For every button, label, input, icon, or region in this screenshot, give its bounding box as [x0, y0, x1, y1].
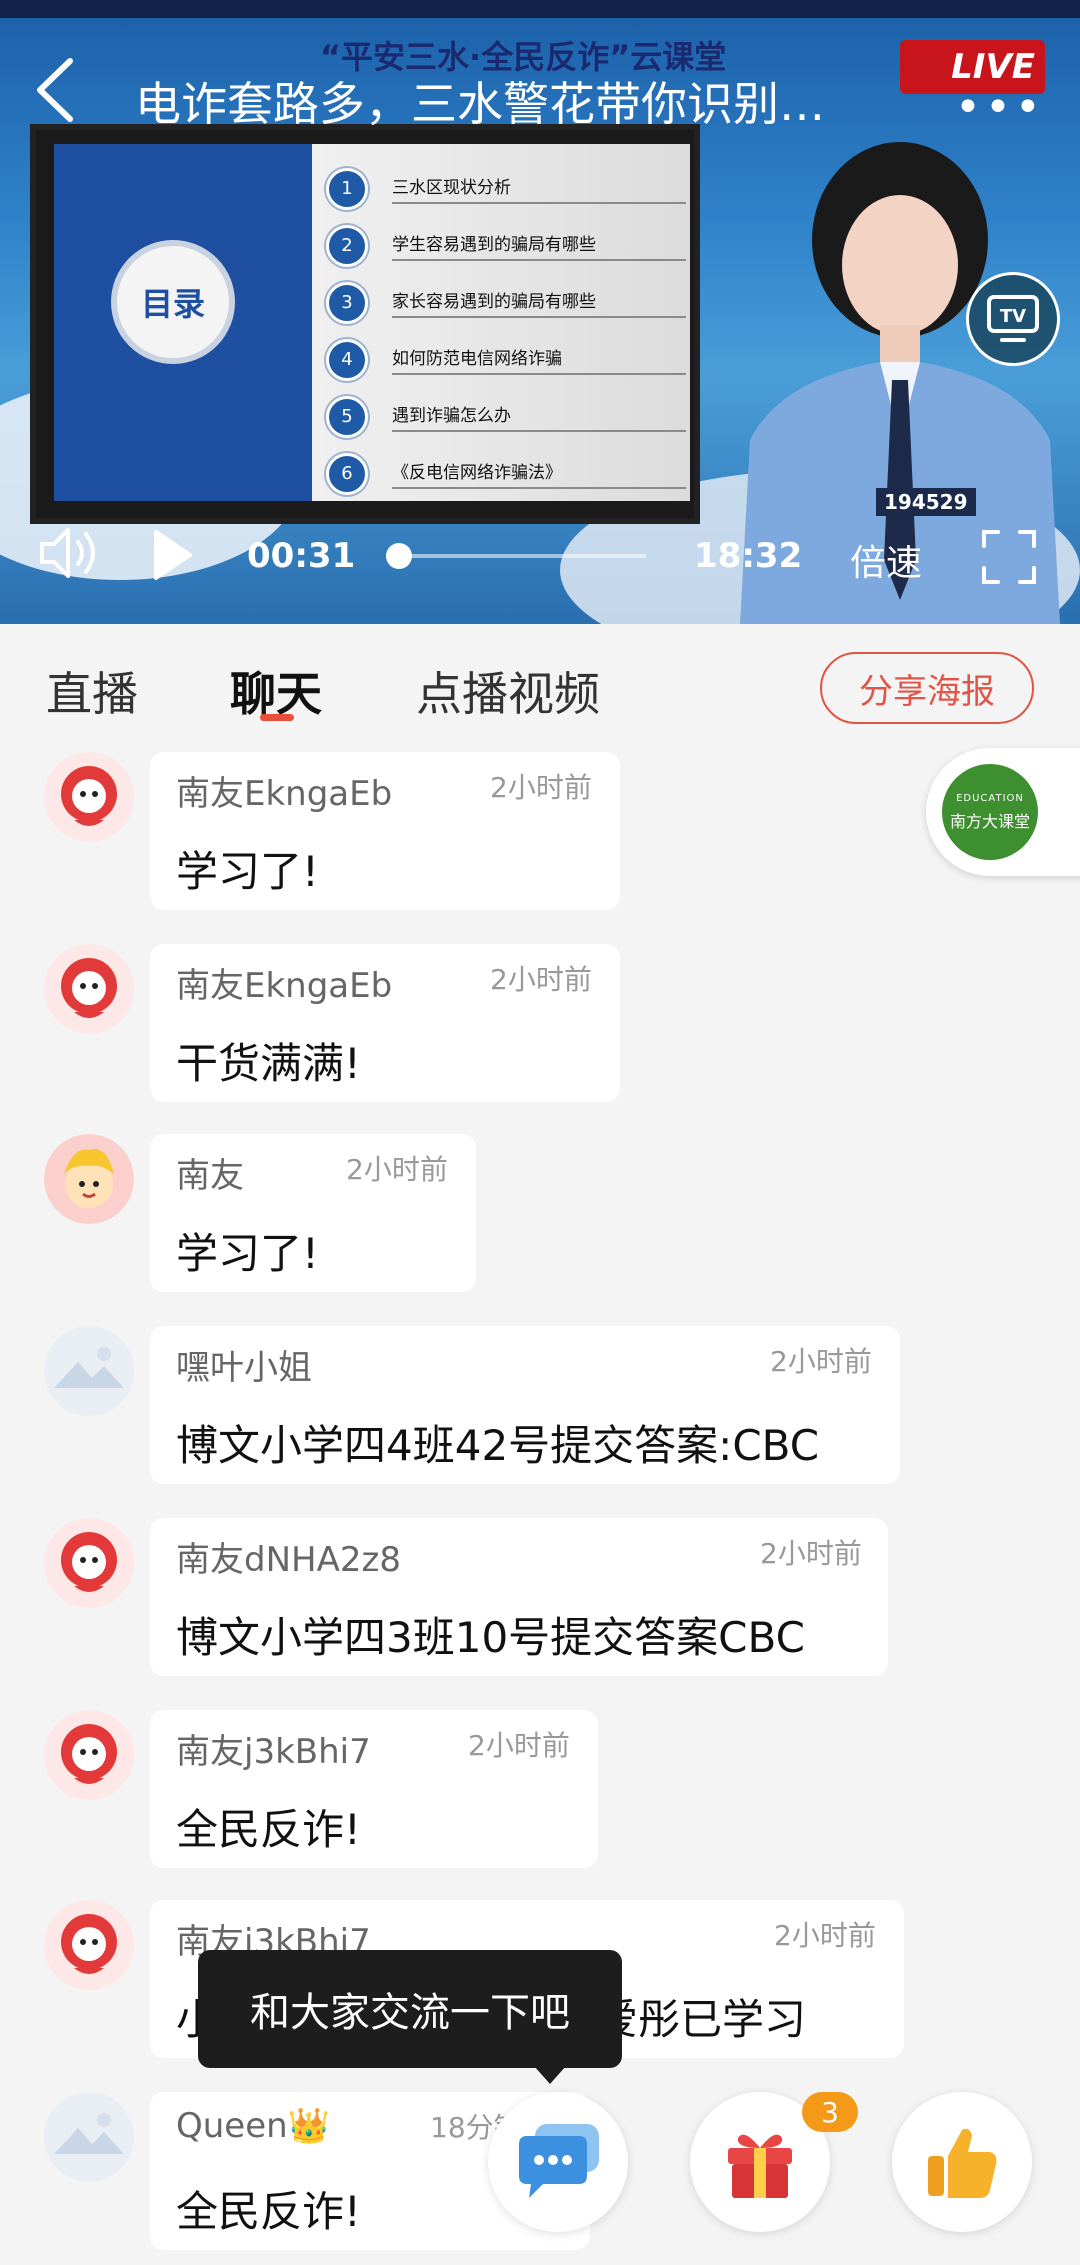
- message-username: 南友EkngaEb: [176, 966, 393, 1006]
- toc-item: 1 三水区现状分析: [326, 160, 686, 217]
- gift-count-badge: 3: [802, 2092, 858, 2132]
- message-time: 2小时前: [774, 1919, 876, 1952]
- message-text: 博文小学四4班42号提交答案:CBC: [176, 1421, 820, 1470]
- toc-item: 5 遇到诈骗怎么办: [326, 388, 686, 445]
- video-title: 电诈套路多，三水警花带你识别…: [135, 77, 825, 131]
- message-text: 全民反诈!: [176, 1805, 361, 1854]
- toc-item: 2 学生容易遇到的骗局有哪些: [326, 217, 686, 274]
- speaker-icon: [40, 528, 95, 578]
- message-text: 干货满满!: [176, 1039, 361, 1088]
- avatar: [44, 1710, 134, 1800]
- play-icon: [154, 530, 192, 580]
- fullscreen-icon: [982, 530, 1036, 584]
- message-bubble: 嘿叶小姐 2小时前 博文小学四4班42号提交答案:CBC: [150, 1326, 900, 1484]
- avatar: [44, 944, 134, 1034]
- message-time: 2小时前: [346, 1153, 448, 1186]
- progress-bar[interactable]: [385, 543, 646, 569]
- back-button[interactable]: [30, 55, 90, 135]
- duration: 18:32: [694, 536, 803, 576]
- education-badge[interactable]: EDUCATION 南方大课堂: [926, 748, 1080, 876]
- message-text: 学习了!: [176, 1229, 319, 1278]
- chat-hint-tooltip: 和大家交流一下吧: [198, 1950, 622, 2068]
- avatar: [44, 1518, 134, 1608]
- toc-item: 6 《反电信网络诈骗法》: [326, 445, 686, 502]
- message-username: 南友: [176, 1156, 244, 1196]
- message-bubble: 南友EkngaEb 2小时前 干货满满!: [150, 944, 620, 1102]
- chat-button[interactable]: [488, 2092, 628, 2232]
- slide-monitor: 目录 1 三水区现状分析 2 学生容易遇到的骗局有哪些 3 家长容易遇到的骗局有哪些 …: [30, 124, 700, 524]
- slide-heading: 目录: [111, 240, 235, 364]
- education-logo: EDUCATION 南方大课堂: [942, 764, 1038, 860]
- message-bubble: 南友 2小时前 学习了!: [150, 1134, 476, 1292]
- progress-knob[interactable]: [385, 543, 412, 569]
- message-time: 2小时前: [770, 1345, 872, 1378]
- message-bubble: 南友dNHA2z8 2小时前 博文小学四3班10号提交答案CBC: [150, 1518, 888, 1676]
- message-time: 2小时前: [760, 1537, 862, 1570]
- message-text: 学习了!: [176, 847, 319, 896]
- tab-live[interactable]: 直播: [46, 658, 138, 724]
- avatar: [44, 752, 134, 842]
- tv-cast-button[interactable]: TV: [966, 272, 1060, 366]
- message-username: 南友EkngaEb: [176, 774, 393, 814]
- officer-badge-number: 194529: [876, 488, 976, 516]
- video-player[interactable]: “平安三水·全民反诈”云课堂 目录 1 三水区现状分析 2 学生容易遇到的骗局有哪些…: [0, 0, 1080, 624]
- toc-item: 4 如何防范电信网络诈骗: [326, 331, 686, 388]
- chevron-left-icon: [37, 58, 73, 122]
- message-username: 南友dNHA2z8: [176, 1540, 401, 1580]
- message-text: 全民反诈!: [176, 2187, 361, 2236]
- active-tab-indicator: [260, 714, 294, 721]
- toc-item: 3 家长容易遇到的骗局有哪些: [326, 274, 686, 331]
- message-username: Queen👑: [176, 2106, 331, 2146]
- message-username: 南友j3kBhi7: [176, 1732, 371, 1772]
- message-username: 嘿叶小姐: [176, 1348, 312, 1388]
- avatar: [44, 1900, 134, 1990]
- tooltip-arrow: [534, 2066, 566, 2084]
- video-top-strip: [0, 0, 1080, 18]
- message-time: 2小时前: [490, 963, 592, 996]
- more-options-button[interactable]: •••: [955, 82, 1045, 133]
- chat-bubble-icon: [519, 2124, 599, 2198]
- message-bubble: 南友j3kBhi7 2小时前 全民反诈!: [150, 1710, 598, 1868]
- speed-button[interactable]: 倍速: [850, 534, 922, 586]
- play-button[interactable]: [150, 528, 194, 586]
- avatar: [44, 2092, 134, 2182]
- tv-icon: TV: [987, 295, 1039, 342]
- avatar: [44, 1134, 134, 1224]
- like-button[interactable]: [892, 2092, 1032, 2232]
- gift-icon: [728, 2134, 792, 2198]
- svg-text:TV: TV: [1000, 306, 1026, 327]
- thumbs-up-icon: [928, 2128, 997, 2198]
- slide-toc: 1 三水区现状分析 2 学生容易遇到的骗局有哪些 3 家长容易遇到的骗局有哪些 4 如何…: [326, 160, 686, 502]
- fullscreen-button[interactable]: [980, 528, 1038, 590]
- tab-vod[interactable]: 点播视频: [416, 658, 600, 724]
- current-time: 00:31: [247, 536, 356, 576]
- message-bubble: 南友EkngaEb 2小时前 学习了!: [150, 752, 620, 910]
- message-time: 2小时前: [490, 771, 592, 804]
- volume-button[interactable]: [36, 522, 106, 588]
- message-time: 2小时前: [468, 1729, 570, 1762]
- share-poster-button[interactable]: 分享海报: [820, 652, 1034, 724]
- message-text: 博文小学四3班10号提交答案CBC: [176, 1613, 805, 1662]
- avatar: [44, 1326, 134, 1416]
